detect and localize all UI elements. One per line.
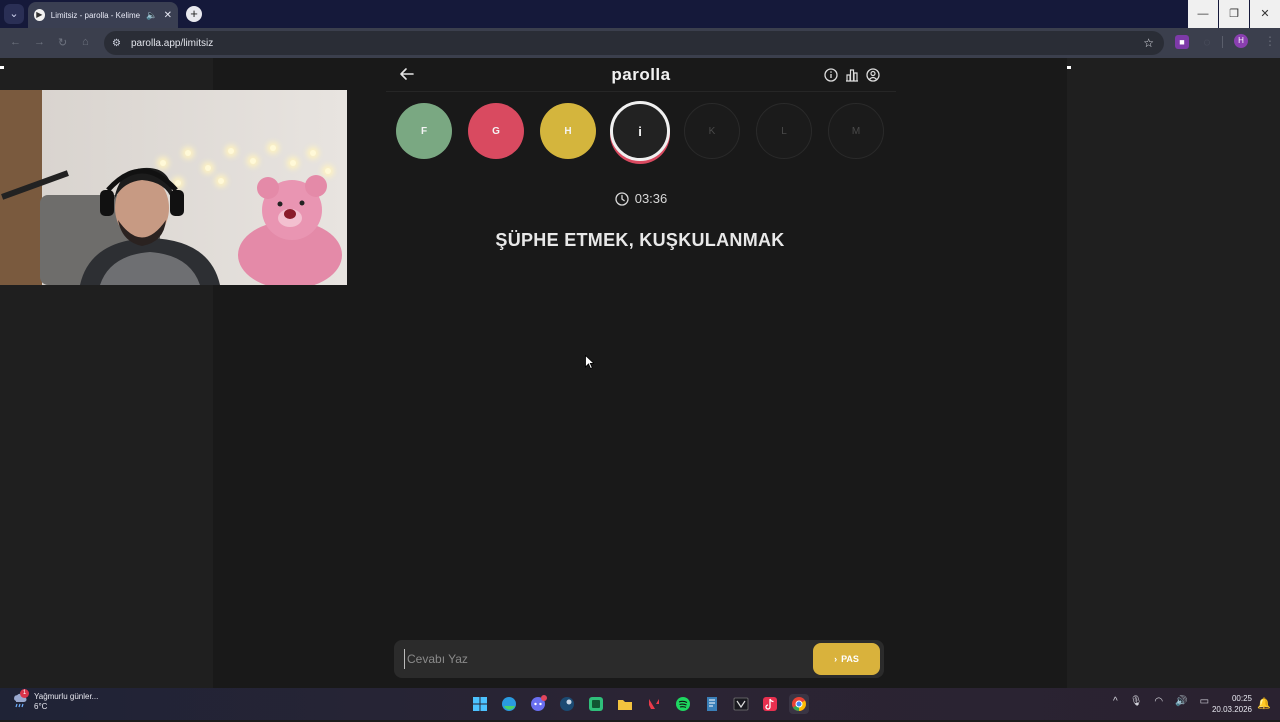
pass-button-label: PAS — [841, 654, 859, 664]
dark-app-icon[interactable] — [731, 694, 751, 714]
current-letter-circle: i — [610, 101, 670, 161]
tool-app-icon[interactable] — [702, 694, 722, 714]
forward-nav-icon[interactable]: → — [34, 36, 45, 48]
windows-start-icon[interactable] — [470, 694, 490, 714]
browser-toolbar: ← → ↻ ⌂ ⚙ parolla.app/limitsiz ☆ — [0, 28, 1280, 58]
site-info-icon[interactable]: ⚙ — [112, 38, 121, 49]
corner-marker — [0, 66, 4, 69]
tiktok-icon[interactable] — [760, 694, 780, 714]
info-icon[interactable] — [824, 68, 838, 82]
url-text[interactable]: parolla.app/limitsiz — [131, 38, 213, 49]
profile-icon[interactable] — [866, 68, 880, 82]
speaker-icon[interactable]: 🔈 — [146, 10, 157, 21]
green-app-icon[interactable] — [586, 694, 606, 714]
volume-icon[interactable]: 🔊 — [1175, 696, 1187, 707]
profile-avatar[interactable]: H — [1234, 34, 1248, 48]
microphone-icon[interactable]: 🎙 — [1130, 696, 1143, 707]
mouse-cursor-icon — [585, 355, 594, 369]
timer-text: 03:36 — [634, 191, 668, 206]
tab-close-icon[interactable]: ✕ — [164, 10, 172, 21]
home-icon[interactable]: ⌂ — [82, 36, 89, 48]
app-logo[interactable]: parolla — [386, 65, 896, 85]
page-viewport: parolla F G H i K L M 03:36 ŞÜPHE ETMEK,… — [0, 58, 1280, 688]
letter-circle: L — [756, 103, 812, 159]
reload-icon[interactable]: ↻ — [58, 36, 67, 49]
restore-button[interactable]: ❐ — [1219, 0, 1249, 28]
letter-circle: M — [828, 103, 884, 159]
extension-loading-icon[interactable]: ◌ — [1200, 35, 1214, 49]
minimize-button[interactable]: — — [1188, 0, 1218, 28]
date-text: 20.03.2026 — [1211, 705, 1252, 714]
valorant-icon[interactable] — [644, 694, 664, 714]
rain-cloud-icon: 1 — [12, 689, 29, 708]
tab-title: Limitsiz - parolla - Kelime o — [50, 10, 141, 20]
webcam-overlay — [0, 90, 347, 285]
pass-button[interactable]: › PAS — [813, 643, 880, 675]
answer-bar: › PAS — [394, 640, 884, 678]
app-header: parolla — [386, 58, 896, 92]
time-text: 00:25 — [1231, 694, 1252, 703]
timer: 03:36 — [386, 191, 896, 206]
clock-icon — [615, 191, 629, 206]
system-tray: ^ 🎙 ◠ 🔊 ▭ — [1113, 696, 1209, 707]
weather-widget[interactable]: 1 Yağmurlu günler... 6°C — [12, 689, 99, 712]
discord-icon[interactable] — [528, 694, 548, 714]
steam-icon[interactable] — [557, 694, 577, 714]
tab-search-button[interactable]: ⌄ — [4, 4, 24, 24]
address-bar[interactable]: ⚙ parolla.app/limitsiz ☆ — [104, 31, 1164, 55]
question-text: ŞÜPHE ETMEK, KUŞKULANMAK — [495, 230, 785, 250]
letter-circle: H — [540, 103, 596, 159]
chrome-icon[interactable] — [789, 694, 809, 714]
chevron-right-icon: › — [834, 654, 838, 664]
corner-marker — [1067, 66, 1071, 69]
letter-circle: G — [468, 103, 524, 159]
taskbar-apps — [470, 694, 809, 714]
windows-taskbar: 1 Yağmurlu günler... 6°C ^ 🎙 ◠ 🔊 ▭ 00:25… — [0, 688, 1280, 720]
favicon-icon: ▶ — [34, 9, 45, 21]
chevron-up-icon[interactable]: ^ — [1113, 696, 1118, 707]
weather-alert-badge: 1 — [20, 689, 29, 698]
weather-text: Yağmurlu günler... — [34, 692, 99, 701]
answer-input[interactable] — [404, 649, 804, 669]
browser-tab[interactable]: ▶ Limitsiz - parolla - Kelime o 🔈 ✕ — [28, 2, 178, 28]
back-nav-icon[interactable]: ← — [10, 36, 21, 48]
stats-icon[interactable] — [845, 68, 859, 82]
notification-icon[interactable]: 🔔 — [1257, 697, 1271, 710]
right-margin — [1067, 58, 1280, 688]
browser-tab-bar: ⌄ ▶ Limitsiz - parolla - Kelime o 🔈 ✕ + … — [0, 0, 1280, 28]
parolla-app: parolla F G H i K L M 03:36 ŞÜPHE ETMEK,… — [386, 58, 896, 688]
letter-circle: K — [684, 103, 740, 159]
extension-icon[interactable]: ■ — [1175, 35, 1189, 49]
letter-circle: F — [396, 103, 452, 159]
bookmark-star-icon[interactable]: ☆ — [1143, 36, 1154, 50]
spotify-icon[interactable] — [673, 694, 693, 714]
streamer-image — [80, 167, 220, 285]
toolbar-divider — [1222, 36, 1223, 48]
browser-menu-icon[interactable]: ⋮ — [1264, 34, 1276, 48]
taskbar-clock[interactable]: 00:25 20.03.2026 — [1208, 693, 1252, 715]
letter-wheel: F G H i K L M — [396, 101, 896, 163]
temperature-text: 6°C — [34, 702, 48, 711]
file-explorer-icon[interactable] — [615, 694, 635, 714]
new-tab-button[interactable]: + — [186, 6, 202, 22]
teddy-bear-image — [238, 175, 342, 285]
wifi-icon[interactable]: ◠ — [1154, 696, 1163, 707]
close-window-button[interactable]: ✕ — [1250, 0, 1280, 28]
edge-icon[interactable] — [499, 694, 519, 714]
